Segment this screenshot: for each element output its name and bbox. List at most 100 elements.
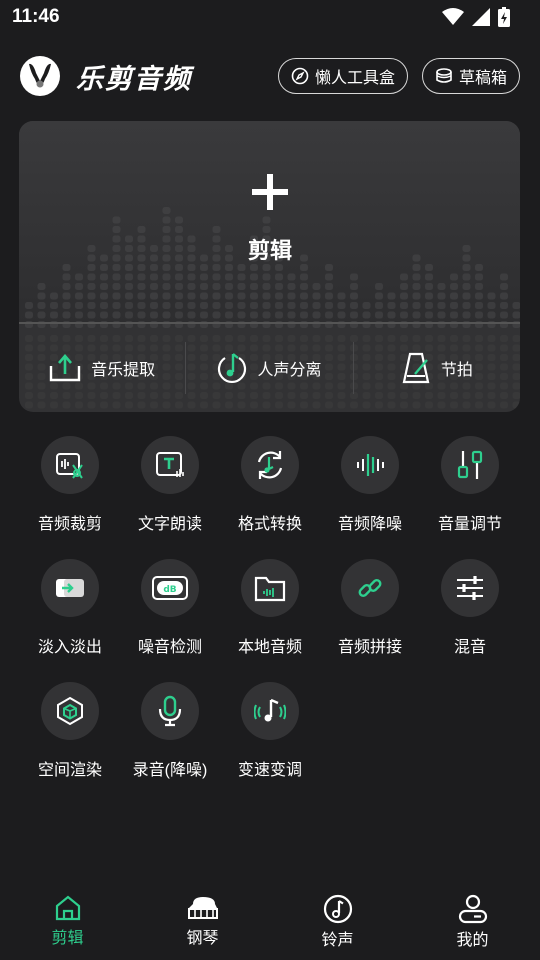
- equalizer-dot: [112, 283, 121, 290]
- tool-audio-join[interactable]: 音频拼接: [320, 559, 420, 657]
- equalizer-dot: [187, 292, 196, 300]
- tool-mix[interactable]: 混音: [420, 559, 520, 657]
- equalizer-dot: [187, 302, 196, 309]
- microphone-icon: [158, 695, 182, 727]
- equalizer-dot: [512, 302, 520, 309]
- equalizer-dot: [175, 264, 183, 271]
- beat-button[interactable]: 节拍: [354, 340, 520, 396]
- equalizer-dot: [150, 264, 158, 271]
- equalizer-dot: [50, 292, 58, 300]
- equalizer-dot: [400, 283, 408, 290]
- nav-label: 铃声: [321, 932, 354, 949]
- equalizer-dot: [137, 292, 146, 300]
- nav-edit[interactable]: 剪辑: [0, 888, 135, 960]
- equalizer-dot: [137, 283, 146, 290]
- equalizer-dot: [237, 283, 246, 290]
- equalizer-dot: [87, 292, 96, 300]
- equalizer-dot: [487, 302, 496, 309]
- equalizer-dot: [325, 283, 333, 290]
- battery-icon: [498, 7, 510, 27]
- tool-icon-circle: [141, 682, 199, 740]
- equalizer-dot: [275, 302, 283, 309]
- equalizer-dot: [225, 283, 233, 290]
- equalizer-dot: [225, 401, 233, 409]
- status-bar: 11:46: [0, 0, 540, 34]
- equalizer-dot: [500, 401, 508, 409]
- equalizer-dot: [412, 264, 421, 271]
- equalizer-dot: [37, 283, 46, 290]
- tool-noise-detect[interactable]: dB 噪音检测: [120, 559, 220, 657]
- equalizer-dot: [500, 302, 508, 309]
- equalizer-dot: [150, 311, 158, 319]
- equalizer-dot: [225, 292, 233, 300]
- equalizer-dot: [462, 302, 471, 309]
- equalizer-dot: [475, 264, 483, 271]
- equalizer-dot: [175, 273, 183, 281]
- equalizer-dot: [300, 283, 308, 290]
- tool-pitch[interactable]: 变速变调: [220, 682, 320, 780]
- equalizer-dot: [475, 401, 483, 409]
- equalizer-dot: [225, 311, 233, 319]
- equalizer-dot: [125, 292, 133, 300]
- bottom-nav: 剪辑 钢琴 铃声 我的: [0, 888, 540, 960]
- equalizer-dot: [100, 273, 108, 281]
- nav-piano[interactable]: 钢琴: [135, 888, 270, 960]
- equalizer-dot: [175, 283, 183, 290]
- equalizer-dot: [150, 302, 158, 309]
- tool-label: 格式转换: [237, 516, 302, 533]
- equalizer-dot: [350, 401, 358, 409]
- equalizer-dot: [350, 292, 358, 300]
- equalizer-dot: [37, 302, 46, 309]
- equalizer-dot: [100, 292, 108, 300]
- equalizer-dot: [437, 283, 446, 290]
- equalizer-dot: [212, 264, 221, 271]
- music-extract-button[interactable]: 音乐提取: [19, 340, 185, 396]
- tool-text-to-speech[interactable]: 文字朗读: [120, 436, 220, 534]
- equalizer-dot: [87, 264, 96, 271]
- equalizer-dot: [125, 302, 133, 309]
- tool-fade[interactable]: 淡入淡出: [20, 559, 120, 657]
- equalizer-dot: [237, 292, 246, 300]
- mixer-icon: [457, 576, 483, 600]
- equalizer-dot: [425, 401, 433, 409]
- equalizer-dot: [100, 264, 108, 271]
- tool-volume[interactable]: 音量调节: [420, 436, 520, 534]
- nav-mine[interactable]: 我的: [405, 888, 540, 960]
- equalizer-dot: [300, 273, 308, 281]
- plus-icon: [252, 174, 288, 210]
- tool-format-convert[interactable]: 格式转换: [220, 436, 320, 534]
- drafts-button[interactable]: 草稿箱: [421, 58, 520, 94]
- cube-icon: [57, 696, 83, 726]
- add-edit-button[interactable]: [230, 172, 310, 216]
- equalizer-dot: [262, 283, 271, 290]
- tool-local-audio[interactable]: 本地音频: [220, 559, 320, 657]
- tool-record[interactable]: 录音(降噪): [120, 682, 220, 780]
- equalizer-dot: [362, 311, 371, 319]
- audio-cut-icon: [56, 453, 83, 479]
- signal-icon: [472, 8, 490, 26]
- folder-audio-icon: [254, 576, 286, 602]
- equalizer-dot: [325, 264, 333, 271]
- equalizer-dot: [187, 273, 196, 281]
- tool-icon-circle: [141, 436, 199, 494]
- header-actions: 懒人工具盒 草稿箱: [277, 58, 520, 94]
- toolbox-button[interactable]: 懒人工具盒: [277, 58, 408, 94]
- equalizer-dot: [162, 302, 171, 309]
- tool-audio-cut[interactable]: 音频裁剪: [20, 436, 120, 534]
- status-time: 11:46: [12, 6, 60, 27]
- tool-spatial-render[interactable]: 空间渲染: [20, 682, 120, 780]
- nav-ringtone[interactable]: 铃声: [270, 888, 405, 960]
- equalizer-dot: [50, 401, 58, 409]
- equalizer-dot: [187, 264, 196, 271]
- equalizer-dot: [287, 311, 296, 319]
- equalizer-dot: [212, 226, 221, 233]
- equalizer-dot: [362, 401, 371, 409]
- vocal-separate-button[interactable]: 人声分离: [186, 340, 352, 396]
- equalizer-dot: [312, 311, 321, 319]
- tool-icon-circle: [241, 436, 299, 494]
- app-logo: [20, 56, 60, 96]
- rabbit-logo-icon: [24, 60, 56, 92]
- equalizer-dot: [25, 311, 33, 319]
- tool-denoise[interactable]: 音频降噪: [320, 436, 420, 534]
- equalizer-dot: [450, 302, 458, 309]
